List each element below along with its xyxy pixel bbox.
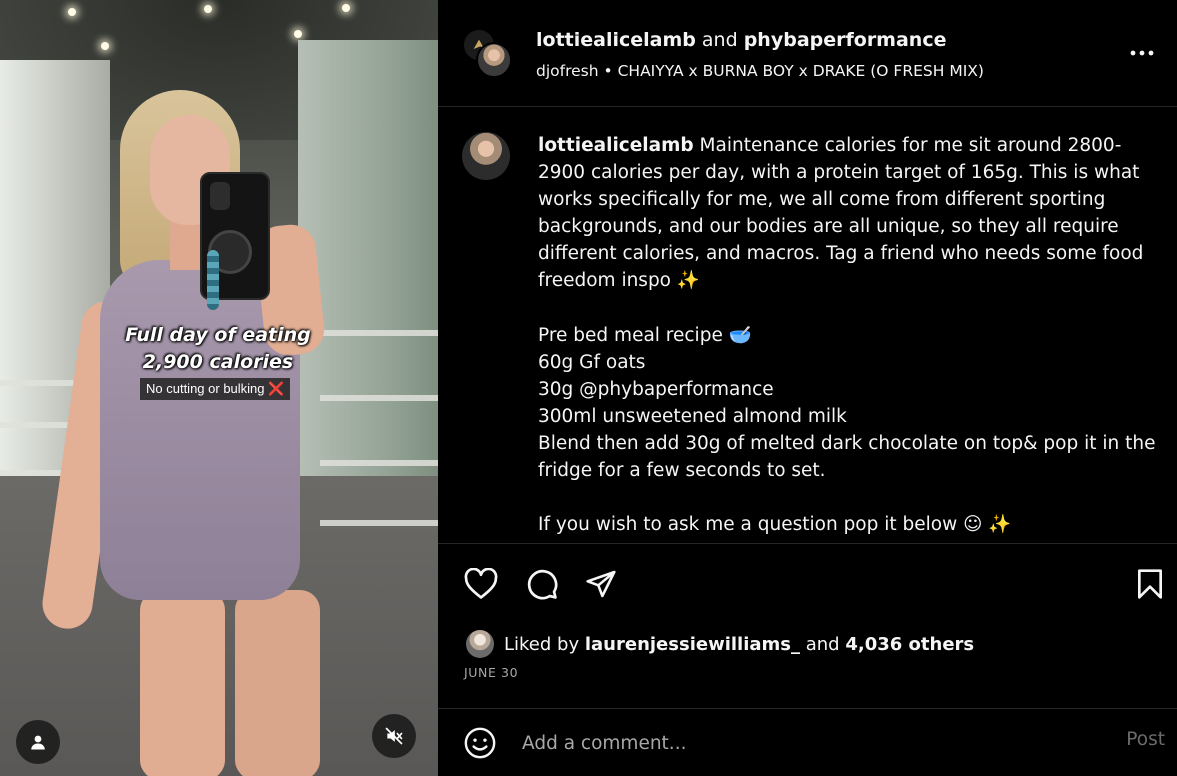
share-button[interactable] [581,564,621,604]
user-tag-button[interactable] [16,720,60,764]
like-icon [464,568,498,599]
phone-strap [207,250,219,310]
likes-prefix: Liked by [504,633,580,655]
save-button[interactable] [1130,564,1170,604]
author-username[interactable]: phybaperformance [744,29,947,51]
audio-info[interactable]: djofresh • CHAIYYA x BURNA BOY x DRAKE (… [536,60,984,82]
ceiling-light [342,4,350,12]
author-username[interactable]: lottiealicelamb [536,29,696,51]
post-comment-button[interactable]: Post [1126,729,1165,750]
comment-icon [527,569,558,600]
caption-username[interactable]: lottiealicelamb [538,135,694,156]
save-icon [1138,569,1162,599]
liked-by-username[interactable]: laurenjessiewilliams_ [585,634,800,655]
stair-line [320,330,438,336]
like-button[interactable] [461,564,501,604]
video-overlay-title: Full day of eating 2,900 calories [100,322,336,376]
stair-line [320,395,438,401]
ceiling-light [204,5,212,13]
emoji-icon [464,727,496,759]
overlay-title-line: Full day of eating [125,324,311,346]
phone-camera [210,182,230,210]
caption-line: 300ml unsweetened almond milk [538,405,847,427]
mute-button[interactable] [372,714,416,758]
avatar[interactable] [476,42,512,78]
more-options-button[interactable] [1127,38,1157,68]
audio-separator: • [603,62,613,80]
author-connector: and [701,29,738,51]
comment-button[interactable] [522,564,562,604]
post-media[interactable]: Full day of eating 2,900 calories No cut… [0,0,438,776]
more-icon [1130,50,1154,56]
overlay-subtitle-text: No cutting or bulking [146,381,265,396]
caption-text: Maintenance calories for me sit around 2… [538,135,1144,292]
likes-others[interactable]: 4,036 others [845,634,974,655]
post-authors: lottiealicelamb and phybaperformance [536,28,946,52]
post-date[interactable]: JUNE 30 [464,665,518,680]
likes-summary[interactable]: Liked by laurenjessiewilliams_ and 4,036… [466,629,974,659]
collab-avatars[interactable] [462,28,514,80]
post-header: lottiealicelamb and phybaperformance djo… [438,0,1177,107]
caption-scroll-area[interactable]: lottiealicelamb Maintenance calories for… [438,108,1177,543]
caption-line: 30g @phybaperformance [538,378,774,400]
audio-track[interactable]: CHAIYYA x BURNA BOY x DRAKE (O FRESH MIX… [618,62,984,80]
avatar[interactable] [462,132,510,180]
caption-line: Blend then add 30g of melted dark chocol… [538,432,1156,482]
caption-line: Pre bed meal recipe 🥣 [538,324,752,346]
comment-input[interactable] [522,727,1082,759]
ceiling-light [101,42,109,50]
emoji-button[interactable] [462,725,498,761]
caption-line: 60g Gf oats [538,351,646,373]
post-actions: Liked by laurenjessiewilliams_ and 4,036… [438,543,1177,733]
caption-line: If you wish to ask me a question pop it … [538,514,1012,536]
share-icon [586,570,616,598]
video-overlay-subtitle: No cutting or bulking ❌ [140,378,291,400]
ceiling-light [68,8,76,16]
audio-artist[interactable]: djofresh [536,62,599,80]
cross-mark-icon: ❌ [268,381,285,396]
user-tag-icon [31,735,45,750]
person-leg [140,590,225,776]
stair-line [320,460,438,466]
mute-icon [385,727,403,745]
avatar[interactable] [466,630,494,658]
overlay-title-line: 2,900 calories [142,351,294,373]
comment-bar: Post [438,708,1177,776]
post-panel: lottiealicelamb and phybaperformance djo… [438,0,1177,776]
ceiling-light [294,30,302,38]
stair-line [320,520,438,526]
likes-connector: and [805,633,840,655]
post-caption: lottiealicelamb Maintenance calories for… [538,132,1158,538]
person-leg [235,590,320,776]
